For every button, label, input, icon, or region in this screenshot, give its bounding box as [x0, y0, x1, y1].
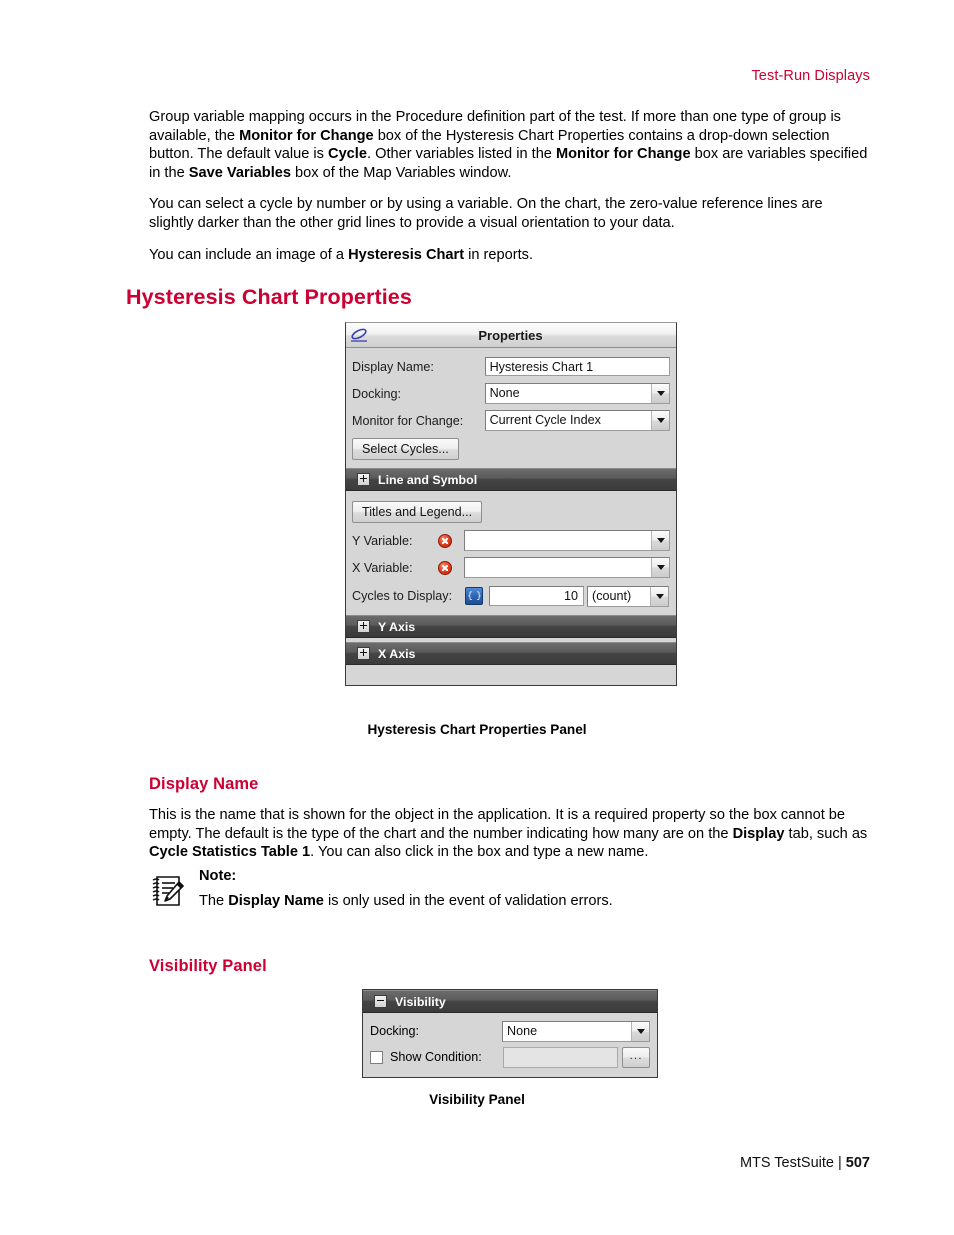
subsection-heading-display-name: Display Name [149, 775, 259, 793]
properties-title-bar: Properties [346, 323, 676, 348]
plus-icon[interactable] [357, 473, 370, 486]
titles-and-legend-row: Titles and Legend... [352, 496, 670, 527]
section-heading-hysteresis-chart-properties: Hysteresis Chart Properties [126, 285, 412, 309]
paragraph-1: Group variable mapping occurs in the Pro… [149, 109, 868, 181]
x-variable-row: X Variable: [352, 554, 670, 581]
chevron-down-icon[interactable] [650, 586, 668, 606]
variable-picker-icon[interactable] [465, 587, 483, 605]
monitor-for-change-combobox[interactable]: Current Cycle Index [484, 410, 670, 431]
properties-top-fields: Display Name: Hysteresis Chart 1 Docking… [346, 348, 676, 464]
cycles-to-display-label: Cycles to Display: [352, 589, 453, 603]
page-footer: MTS TestSuite | 507 [740, 1155, 870, 1171]
chevron-down-icon[interactable] [651, 411, 669, 430]
expander-visibility[interactable]: Visibility [363, 990, 657, 1013]
minus-icon[interactable] [374, 995, 387, 1008]
docking-label: Docking: [352, 386, 401, 401]
y-variable-combobox[interactable] [464, 530, 670, 551]
monitor-for-change-value: Current Cycle Index [489, 413, 601, 427]
paragraph-3: You can include an image of a Hysteresis… [149, 246, 534, 263]
docking-value: None [489, 386, 520, 400]
visibility-docking-combobox[interactable]: None [502, 1020, 650, 1042]
y-variable-label: Y Variable: [352, 533, 413, 548]
expander-line-and-symbol[interactable]: Line and Symbol [346, 468, 676, 491]
monitor-for-change-label: Monitor for Change: [352, 413, 464, 428]
pencil-icon [349, 326, 371, 344]
subsection-heading-visibility-panel: Visibility Panel [149, 957, 267, 975]
show-condition-label: Show Condition: [390, 1050, 482, 1064]
x-variable-value [465, 558, 651, 577]
display-name-row: Display Name: Hysteresis Chart 1 [352, 353, 670, 380]
expander-x-axis[interactable]: X Axis [346, 642, 676, 665]
docking-row: Docking: None [352, 380, 670, 407]
properties-panel-caption: Hysteresis Chart Properties Panel [367, 722, 587, 737]
titles-and-legend-button[interactable]: Titles and Legend... [352, 500, 483, 523]
display-name-body: This is the name that is shown for the o… [149, 806, 871, 875]
note-title: Note: [199, 868, 237, 884]
plus-icon[interactable] [357, 620, 370, 633]
running-header: Test-Run Displays [751, 68, 870, 84]
show-condition-row: Show Condition: ... [370, 1044, 650, 1070]
expander-y-axis-label: Y Axis [378, 619, 416, 634]
properties-panel-footer [346, 665, 676, 685]
note-body: The Display Name is only used in the eve… [199, 893, 613, 909]
properties-chart-fields: Titles and Legend... Y Variable: X Varia… [346, 491, 676, 611]
note-text: Note: The Display Name is only used in t… [199, 868, 871, 911]
chevron-down-icon[interactable] [651, 558, 669, 577]
cycles-to-display-input[interactable]: 10 [489, 586, 584, 606]
x-variable-combobox[interactable] [464, 557, 670, 578]
expander-y-axis[interactable]: Y Axis [346, 615, 676, 638]
select-cycles-row: Select Cycles... [352, 434, 670, 464]
visibility-panel-caption: Visibility Panel [429, 1092, 525, 1107]
error-icon [438, 560, 452, 575]
paragraph-2: You can select a cycle by number or by u… [149, 196, 823, 231]
docking-combobox[interactable]: None [484, 383, 670, 404]
expander-visibility-label: Visibility [395, 994, 446, 1009]
select-cycles-button[interactable]: Select Cycles... [352, 438, 459, 460]
cycles-unit-combobox[interactable]: (count) [587, 585, 669, 607]
intro-paragraphs: Group variable mapping occurs in the Pro… [149, 108, 871, 277]
display-name-label: Display Name: [352, 359, 434, 374]
visibility-docking-row: Docking: None [370, 1018, 650, 1044]
notepad-pencil-icon [149, 872, 187, 910]
x-variable-label: X Variable: [352, 560, 413, 575]
expander-line-and-symbol-label: Line and Symbol [378, 472, 478, 487]
plus-icon[interactable] [357, 647, 370, 660]
note-block: Note: The Display Name is only used in t… [149, 868, 871, 911]
y-variable-value [465, 531, 651, 550]
show-condition-input[interactable] [502, 1046, 619, 1068]
cycles-unit-value: (count) [592, 588, 632, 603]
display-name-input[interactable]: Hysteresis Chart 1 [484, 357, 670, 376]
monitor-for-change-row: Monitor for Change: Current Cycle Index [352, 407, 670, 434]
visibility-docking-value: None [507, 1023, 538, 1038]
hysteresis-chart-properties-panel: Properties Display Name: Hysteresis Char… [345, 322, 677, 686]
visibility-fields: Docking: None Show Condition: ... [363, 1013, 657, 1077]
visibility-docking-label: Docking: [370, 1024, 419, 1038]
visibility-panel: Visibility Docking: None Show Condition:… [362, 989, 658, 1078]
footer-page-number: 507 [845, 1155, 870, 1171]
error-icon [438, 533, 452, 548]
cycles-to-display-row: Cycles to Display: 10 (count) [352, 581, 670, 611]
show-condition-checkbox[interactable] [370, 1050, 383, 1064]
display-name-paragraph: This is the name that is shown for the o… [149, 807, 868, 861]
y-variable-row: Y Variable: [352, 527, 670, 554]
expander-x-axis-label: X Axis [378, 646, 416, 661]
document-page: Test-Run Displays Group variable mapping… [0, 0, 954, 1235]
properties-title: Properties [478, 327, 543, 343]
chevron-down-icon[interactable] [651, 384, 669, 403]
chevron-down-icon[interactable] [631, 1021, 649, 1041]
show-condition-browse-button[interactable]: ... [622, 1046, 650, 1068]
footer-separator: | [833, 1155, 846, 1171]
chevron-down-icon[interactable] [651, 531, 669, 550]
footer-product: MTS TestSuite [739, 1155, 834, 1171]
